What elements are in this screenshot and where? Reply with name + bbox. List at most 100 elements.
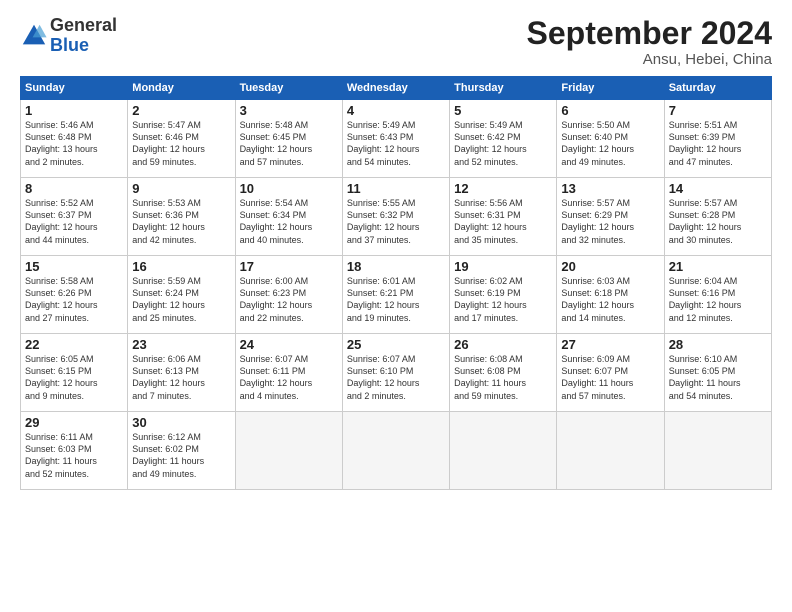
day-info: Sunrise: 6:07 AMSunset: 6:11 PMDaylight:… [240,353,338,402]
day-number: 20 [561,259,659,274]
day-cell: 17Sunrise: 6:00 AMSunset: 6:23 PMDayligh… [235,256,342,334]
day-info: Sunrise: 5:48 AMSunset: 6:45 PMDaylight:… [240,119,338,168]
day-cell: 5Sunrise: 5:49 AMSunset: 6:42 PMDaylight… [450,100,557,178]
header-thursday: Thursday [450,77,557,100]
day-cell [235,412,342,490]
header-row: Sunday Monday Tuesday Wednesday Thursday… [21,77,772,100]
day-cell: 18Sunrise: 6:01 AMSunset: 6:21 PMDayligh… [342,256,449,334]
day-info: Sunrise: 5:52 AMSunset: 6:37 PMDaylight:… [25,197,123,246]
day-cell: 22Sunrise: 6:05 AMSunset: 6:15 PMDayligh… [21,334,128,412]
header-sunday: Sunday [21,77,128,100]
day-info: Sunrise: 6:09 AMSunset: 6:07 PMDaylight:… [561,353,659,402]
day-number: 27 [561,337,659,352]
day-number: 7 [669,103,767,118]
day-number: 9 [132,181,230,196]
day-number: 12 [454,181,552,196]
day-info: Sunrise: 5:57 AMSunset: 6:29 PMDaylight:… [561,197,659,246]
day-cell: 28Sunrise: 6:10 AMSunset: 6:05 PMDayligh… [664,334,771,412]
header-tuesday: Tuesday [235,77,342,100]
day-cell: 7Sunrise: 5:51 AMSunset: 6:39 PMDaylight… [664,100,771,178]
day-info: Sunrise: 6:12 AMSunset: 6:02 PMDaylight:… [132,431,230,480]
logo: General Blue [20,16,117,56]
day-number: 18 [347,259,445,274]
day-number: 10 [240,181,338,196]
day-info: Sunrise: 5:50 AMSunset: 6:40 PMDaylight:… [561,119,659,168]
day-number: 30 [132,415,230,430]
day-info: Sunrise: 6:05 AMSunset: 6:15 PMDaylight:… [25,353,123,402]
day-cell: 2Sunrise: 5:47 AMSunset: 6:46 PMDaylight… [128,100,235,178]
day-cell: 29Sunrise: 6:11 AMSunset: 6:03 PMDayligh… [21,412,128,490]
day-number: 24 [240,337,338,352]
day-number: 23 [132,337,230,352]
day-info: Sunrise: 5:49 AMSunset: 6:42 PMDaylight:… [454,119,552,168]
week-row-5: 29Sunrise: 6:11 AMSunset: 6:03 PMDayligh… [21,412,772,490]
day-cell: 24Sunrise: 6:07 AMSunset: 6:11 PMDayligh… [235,334,342,412]
day-number: 28 [669,337,767,352]
day-cell: 11Sunrise: 5:55 AMSunset: 6:32 PMDayligh… [342,178,449,256]
day-cell: 13Sunrise: 5:57 AMSunset: 6:29 PMDayligh… [557,178,664,256]
day-info: Sunrise: 6:10 AMSunset: 6:05 PMDaylight:… [669,353,767,402]
day-info: Sunrise: 6:03 AMSunset: 6:18 PMDaylight:… [561,275,659,324]
day-cell [557,412,664,490]
day-cell: 4Sunrise: 5:49 AMSunset: 6:43 PMDaylight… [342,100,449,178]
day-info: Sunrise: 5:59 AMSunset: 6:24 PMDaylight:… [132,275,230,324]
calendar-page: General Blue September 2024 Ansu, Hebei,… [0,0,792,612]
header-saturday: Saturday [664,77,771,100]
day-cell: 10Sunrise: 5:54 AMSunset: 6:34 PMDayligh… [235,178,342,256]
day-number: 4 [347,103,445,118]
day-number: 5 [454,103,552,118]
day-info: Sunrise: 5:58 AMSunset: 6:26 PMDaylight:… [25,275,123,324]
day-cell: 20Sunrise: 6:03 AMSunset: 6:18 PMDayligh… [557,256,664,334]
day-number: 26 [454,337,552,352]
day-info: Sunrise: 6:01 AMSunset: 6:21 PMDaylight:… [347,275,445,324]
header-wednesday: Wednesday [342,77,449,100]
month-title: September 2024 [527,16,772,51]
day-info: Sunrise: 6:04 AMSunset: 6:16 PMDaylight:… [669,275,767,324]
day-number: 16 [132,259,230,274]
day-info: Sunrise: 6:06 AMSunset: 6:13 PMDaylight:… [132,353,230,402]
day-info: Sunrise: 5:55 AMSunset: 6:32 PMDaylight:… [347,197,445,246]
day-number: 6 [561,103,659,118]
week-row-3: 15Sunrise: 5:58 AMSunset: 6:26 PMDayligh… [21,256,772,334]
day-number: 13 [561,181,659,196]
week-row-1: 1Sunrise: 5:46 AMSunset: 6:48 PMDaylight… [21,100,772,178]
day-cell: 6Sunrise: 5:50 AMSunset: 6:40 PMDaylight… [557,100,664,178]
calendar-table: Sunday Monday Tuesday Wednesday Thursday… [20,76,772,490]
day-cell: 21Sunrise: 6:04 AMSunset: 6:16 PMDayligh… [664,256,771,334]
logo-icon [20,22,48,50]
day-number: 25 [347,337,445,352]
day-cell: 19Sunrise: 6:02 AMSunset: 6:19 PMDayligh… [450,256,557,334]
week-row-2: 8Sunrise: 5:52 AMSunset: 6:37 PMDaylight… [21,178,772,256]
day-info: Sunrise: 5:53 AMSunset: 6:36 PMDaylight:… [132,197,230,246]
header: General Blue September 2024 Ansu, Hebei,… [20,16,772,68]
day-info: Sunrise: 6:02 AMSunset: 6:19 PMDaylight:… [454,275,552,324]
header-friday: Friday [557,77,664,100]
logo-text: General Blue [50,16,117,56]
day-cell: 9Sunrise: 5:53 AMSunset: 6:36 PMDaylight… [128,178,235,256]
location: Ansu, Hebei, China [527,51,772,68]
day-cell: 27Sunrise: 6:09 AMSunset: 6:07 PMDayligh… [557,334,664,412]
day-number: 15 [25,259,123,274]
day-number: 19 [454,259,552,274]
day-cell: 15Sunrise: 5:58 AMSunset: 6:26 PMDayligh… [21,256,128,334]
day-info: Sunrise: 5:47 AMSunset: 6:46 PMDaylight:… [132,119,230,168]
day-number: 3 [240,103,338,118]
day-cell: 1Sunrise: 5:46 AMSunset: 6:48 PMDaylight… [21,100,128,178]
day-cell: 3Sunrise: 5:48 AMSunset: 6:45 PMDaylight… [235,100,342,178]
day-info: Sunrise: 6:00 AMSunset: 6:23 PMDaylight:… [240,275,338,324]
day-cell [664,412,771,490]
day-info: Sunrise: 5:56 AMSunset: 6:31 PMDaylight:… [454,197,552,246]
day-number: 21 [669,259,767,274]
day-number: 17 [240,259,338,274]
day-cell: 12Sunrise: 5:56 AMSunset: 6:31 PMDayligh… [450,178,557,256]
day-info: Sunrise: 6:11 AMSunset: 6:03 PMDaylight:… [25,431,123,480]
day-info: Sunrise: 5:54 AMSunset: 6:34 PMDaylight:… [240,197,338,246]
day-number: 2 [132,103,230,118]
week-row-4: 22Sunrise: 6:05 AMSunset: 6:15 PMDayligh… [21,334,772,412]
day-cell: 16Sunrise: 5:59 AMSunset: 6:24 PMDayligh… [128,256,235,334]
day-number: 22 [25,337,123,352]
day-cell: 8Sunrise: 5:52 AMSunset: 6:37 PMDaylight… [21,178,128,256]
day-info: Sunrise: 5:51 AMSunset: 6:39 PMDaylight:… [669,119,767,168]
day-info: Sunrise: 6:07 AMSunset: 6:10 PMDaylight:… [347,353,445,402]
day-cell: 14Sunrise: 5:57 AMSunset: 6:28 PMDayligh… [664,178,771,256]
